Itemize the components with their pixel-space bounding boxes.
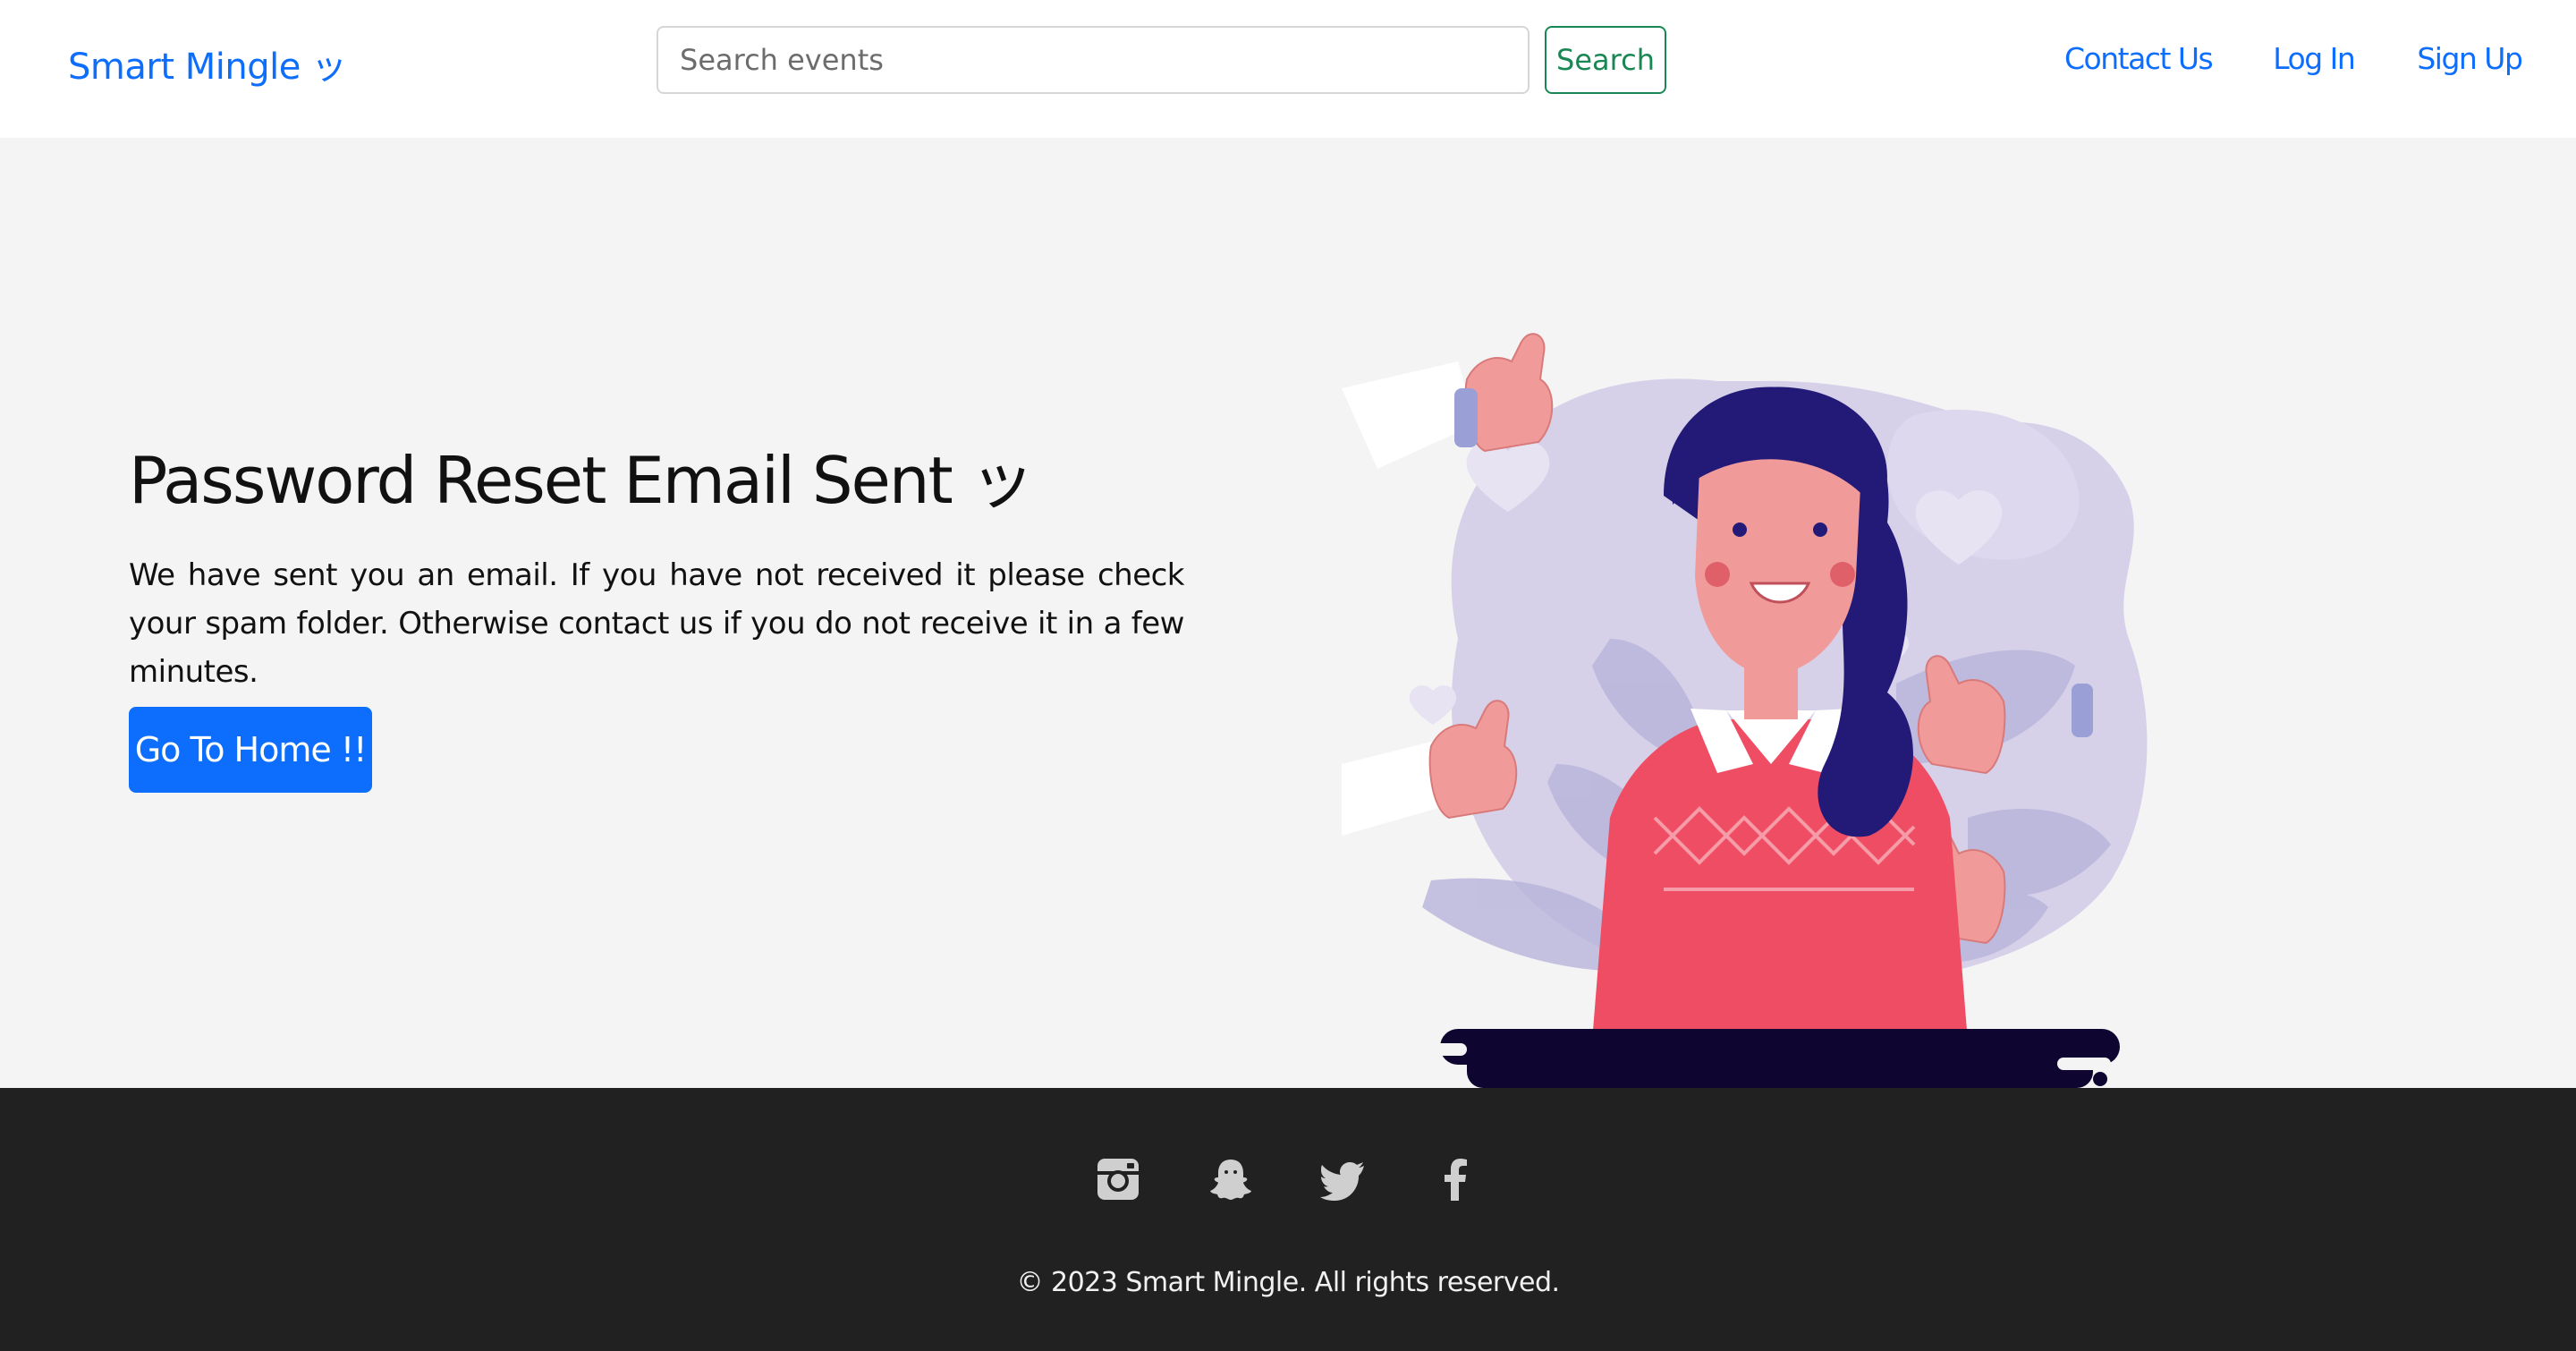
search-button[interactable]: Search <box>1545 26 1666 94</box>
twitter-icon[interactable] <box>1320 1156 1367 1202</box>
illustration-svg <box>1342 333 2148 1088</box>
nav-links: Contact Us Log In Sign Up <box>2064 41 2523 76</box>
woman-thumbs-up-illustration <box>1342 263 2174 1100</box>
main-content: Password Reset Email Sent ッ We have sent… <box>0 138 2576 1088</box>
instagram-icon[interactable] <box>1095 1156 1141 1202</box>
copyright-text: © 2023 Smart Mingle. All rights reserved… <box>1016 1267 1560 1298</box>
footer: © 2023 Smart Mingle. All rights reserved… <box>0 1088 2576 1351</box>
social-links <box>1095 1156 1479 1202</box>
go-home-button[interactable]: Go To Home !! <box>129 707 372 793</box>
nav-log-in[interactable]: Log In <box>2273 41 2356 76</box>
nav-sign-up[interactable]: Sign Up <box>2417 41 2523 76</box>
snapchat-icon[interactable] <box>1208 1156 1254 1202</box>
navbar: Smart Mingle ッ Search Contact Us Log In … <box>0 0 2576 138</box>
page-title: Password Reset Email Sent ッ <box>129 443 1035 518</box>
brand-logo[interactable]: Smart Mingle ッ <box>68 38 347 89</box>
facebook-icon[interactable] <box>1433 1156 1479 1202</box>
search-form: Search <box>657 26 1666 94</box>
nav-contact-us[interactable]: Contact Us <box>2064 41 2214 76</box>
reset-message: We have sent you an email. If you have n… <box>129 557 1185 690</box>
search-input[interactable] <box>657 26 1530 94</box>
